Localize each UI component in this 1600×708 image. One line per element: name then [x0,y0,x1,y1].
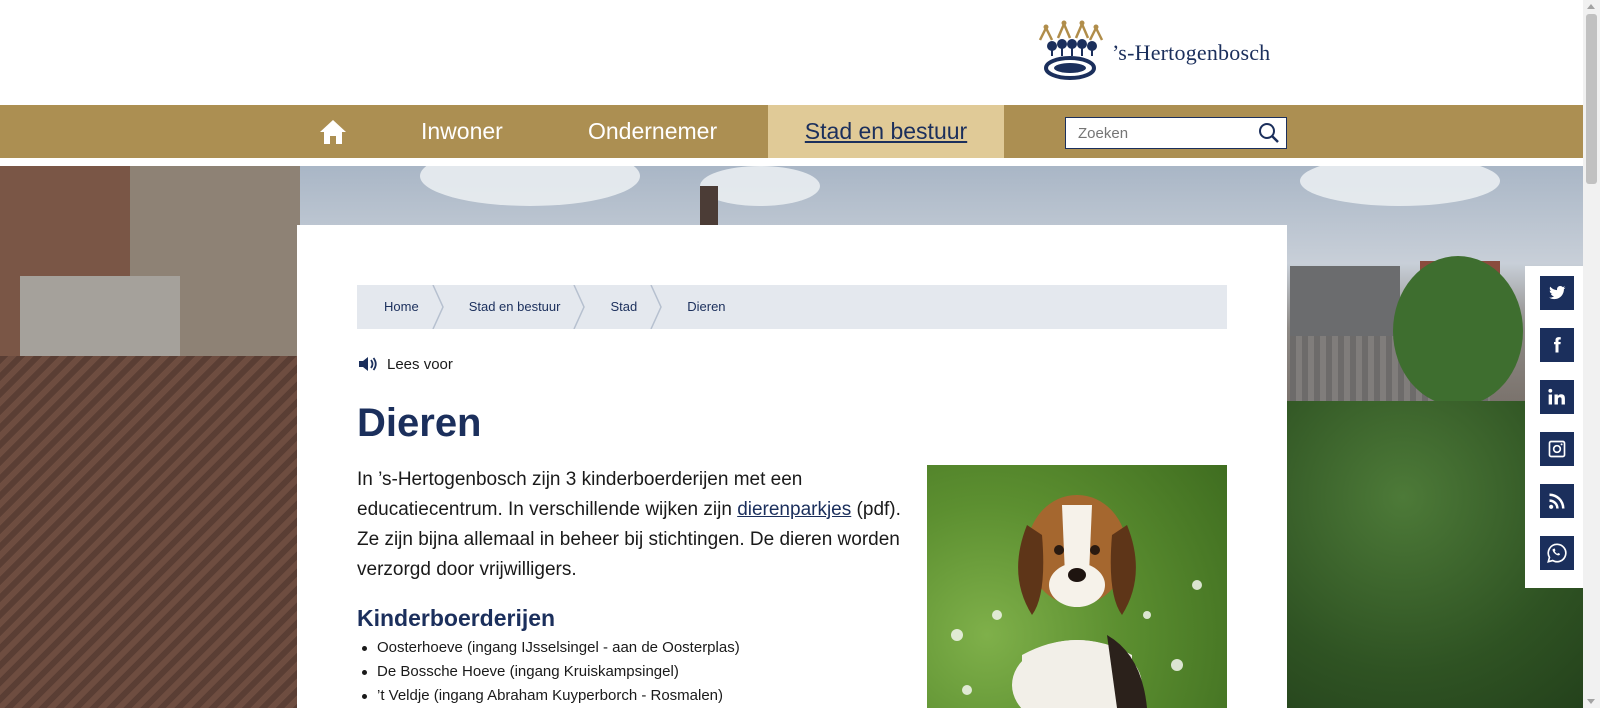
crown-logo-icon [1038,20,1104,80]
social-share-bar [1525,266,1583,588]
page-title: Dieren [357,401,482,445]
list-item: ’t Veldje (ingang Abraham Kuyperborch - … [357,684,740,708]
scroll-down-icon[interactable] [1587,699,1595,704]
speaker-icon [359,357,377,371]
home-icon[interactable] [318,118,348,146]
instagram-icon[interactable] [1540,432,1574,466]
breadcrumb-item-home[interactable]: Home [357,285,444,329]
search-icon[interactable] [1258,122,1280,144]
facebook-icon[interactable] [1540,328,1574,362]
search-input[interactable] [1066,118,1246,148]
logo-text: ’s-Hertogenbosch [1112,40,1271,65]
site-header: ’s-Hertogenbosch [0,0,1583,103]
linkedin-icon[interactable] [1540,380,1574,414]
kinderboerderijen-list: Oosterhoeve (ingang IJsselsingel - aan d… [357,636,740,708]
whatsapp-icon[interactable] [1540,536,1574,570]
rss-icon[interactable] [1540,484,1574,518]
dierenparkjes-link[interactable]: dierenparkjes [737,499,851,520]
breadcrumb-item-stad-en-bestuur[interactable]: Stad en bestuur [441,285,586,329]
section-title: Kinderboerderijen [357,605,556,631]
list-item: Oosterhoeve (ingang IJsselsingel - aan d… [357,636,740,660]
main-navigation: Inwoner Ondernemer Stad en bestuur [0,105,1583,158]
breadcrumb-label: Stad [610,299,638,314]
nav-item-stad-en-bestuur[interactable]: Stad en bestuur [768,105,1004,158]
intro-paragraph: In ’s-Hertogenbosch zijn 3 kinderboerder… [357,465,922,585]
intro-text: In ’s-Hertogenbosch zijn 3 kinderboerder… [357,469,803,520]
list-item: De Bossche Hoeve (ingang Kruiskampsingel… [357,660,740,684]
breadcrumb-label: Stad en bestuur [468,299,561,314]
breadcrumb-label: Home [384,299,419,314]
lees-voor-label: Lees voor [387,355,453,373]
nav-item-ondernemer[interactable]: Ondernemer [588,105,717,158]
beagle-puppy-image [927,465,1227,708]
search-box [1065,117,1287,149]
site-logo[interactable]: ’s-Hertogenbosch [1030,18,1270,82]
scrollbar-thumb[interactable] [1586,14,1597,184]
twitter-icon[interactable] [1540,276,1574,310]
breadcrumb-item-dieren: Dieren [687,299,726,314]
breadcrumb-item-stad[interactable]: Stad [582,285,663,329]
lees-voor-button[interactable]: Lees voor [357,355,453,373]
page-scrollbar[interactable] [1583,0,1600,708]
breadcrumb: Home Stad en bestuur Stad Dieren [357,285,1227,329]
scroll-up-icon[interactable] [1587,4,1595,9]
content-card: Home Stad en bestuur Stad Dieren Lees vo… [297,225,1287,708]
nav-item-inwoner[interactable]: Inwoner [421,105,503,158]
